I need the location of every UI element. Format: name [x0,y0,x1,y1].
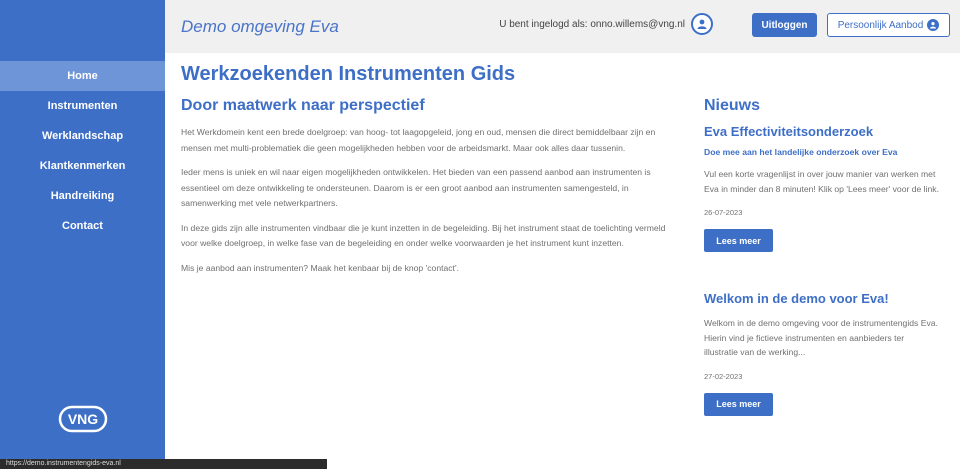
news-item-text: Vul een korte vragenlijst in over jouw m… [704,169,939,194]
page-title: Werkzoekenden Instrumenten Gids [181,63,516,85]
user-icon[interactable] [691,13,713,35]
logout-button[interactable]: Uitloggen [752,13,817,37]
sidebar-item-klantkenmerken[interactable]: Klantkenmerken [0,151,165,181]
news-item-date: 26-07-2023 [704,208,743,217]
intro-paragraph: Het Werkdomein kent een brede doelgroep:… [181,127,656,153]
read-more-button[interactable]: Lees meer [704,229,773,252]
status-bar-url: https://demo.instrumentengids-eva.nl [0,459,327,469]
read-more-button[interactable]: Lees meer [704,392,773,416]
sidebar-top [0,0,165,53]
news-item-text: Welkom in de demo omgeving voor de instr… [704,318,938,357]
intro-paragraph: Ieder mens is uniek en wil naar eigen mo… [181,167,651,208]
vng-logo: VNG [58,405,108,433]
sidebar-item-handreiking[interactable]: Handreiking [0,181,165,211]
news-item-subtitle: Doe mee aan het landelijke onderzoek ove… [704,147,898,157]
page: Home Instrumenten Werklandschap Klantken… [0,0,960,469]
top-header: Demo omgeving Eva U bent ingelogd als: o… [165,0,960,53]
news-item: Welkom in de demo voor Eva! Welkom in de… [704,291,939,416]
page-subtitle: Door maatwerk naar perspectief [181,97,425,114]
sidebar-item-contact[interactable]: Contact [0,211,165,241]
news-item-date: 27-02-2023 [704,371,743,381]
intro-paragraph: In deze gids zijn alle instrumenten vind… [181,222,666,249]
sidebar-nav: Home Instrumenten Werklandschap Klantken… [0,61,165,241]
news-item: Eva Effectiviteitsonderzoek Doe mee aan … [704,124,939,252]
sidebar-item-instrumenten[interactable]: Instrumenten [0,91,165,121]
personal-offer-button[interactable]: Persoonlijk Aanbod [827,13,950,37]
intro-content: Het Werkdomein kent een brede doelgroep:… [181,125,676,285]
sidebar-item-werklandschap[interactable]: Werklandschap [0,121,165,151]
user-circle-icon [927,19,940,31]
intro-paragraph: Mis je aanbod aan instrumenten? Maak het… [181,262,459,273]
sidebar: Home Instrumenten Werklandschap Klantken… [0,0,165,469]
news-item-title: Welkom in de demo voor Eva! [704,291,889,306]
login-status-text: U bent ingelogd als: onno.willems@vng.nl [499,19,685,30]
personal-offer-label: Persoonlijk Aanbod [837,19,924,31]
news-heading: Nieuws [704,97,761,114]
news-item-title: Eva Effectiviteitsonderzoek [704,124,874,139]
vng-logo-text: VNG [68,411,98,427]
app-title: Demo omgeving Eva [181,17,339,36]
sidebar-item-home[interactable]: Home [0,61,165,91]
